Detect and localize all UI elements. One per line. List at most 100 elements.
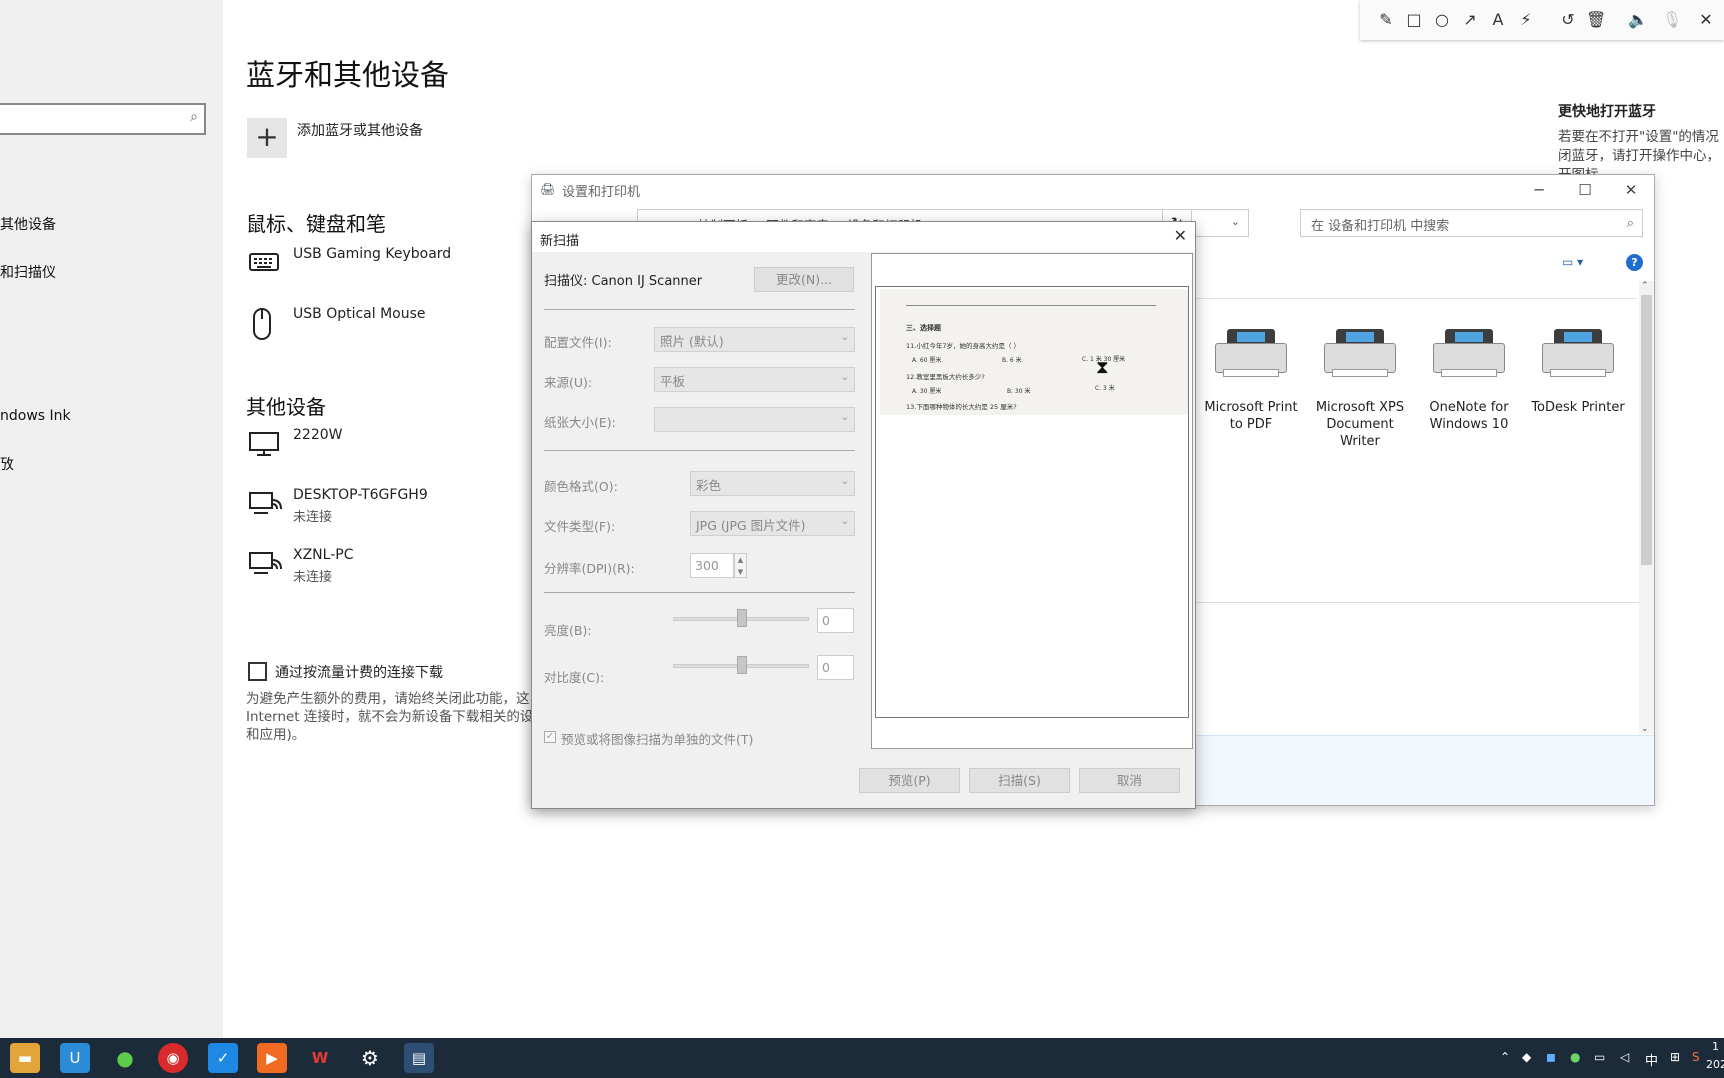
nav-item-windows-ink[interactable]: ndows Ink [0, 408, 71, 424]
device-status: 未连接 [293, 510, 333, 525]
settings-search-input[interactable]: ⌕ [0, 103, 206, 135]
clock-time[interactable]: 1 [1712, 1040, 1719, 1053]
minimize-button[interactable]: ─ [1516, 175, 1562, 205]
netease-music-icon[interactable]: ◉ [158, 1043, 188, 1073]
dpi-spinner[interactable]: ▲ ▼ [734, 553, 747, 578]
text-icon[interactable]: A [1488, 10, 1508, 29]
add-device-button[interactable]: + [247, 118, 287, 158]
change-scanner-button[interactable]: 更改(N)... [754, 267, 854, 292]
arrow-icon[interactable]: ↗ [1460, 10, 1480, 29]
metered-download-label[interactable]: 通过按流量计费的连接下载 [275, 662, 443, 682]
contrast-input[interactable]: 0 [817, 655, 854, 680]
device-name[interactable]: XZNL-PC [293, 547, 353, 563]
scroll-up-icon[interactable]: ⌃ [1641, 281, 1649, 291]
speaker-icon[interactable]: ◁ [1620, 1050, 1629, 1064]
printer-item[interactable]: ToDesk Printer [1528, 329, 1628, 416]
nav-item-autoplay[interactable]: 攷 [0, 454, 14, 474]
dialog-close-button[interactable]: ✕ [1174, 226, 1187, 245]
scan-text: 三、选择题 [906, 324, 941, 332]
separate-files-checkbox[interactable]: ✓ [544, 731, 556, 743]
dialog-titlebar: 新扫描 ✕ [532, 222, 1195, 252]
dpi-label: 分辨率(DPI)(R): [544, 561, 635, 576]
brightness-input[interactable]: 0 [817, 608, 854, 633]
file-explorer-icon[interactable]: ▬ [10, 1043, 40, 1073]
wps-icon[interactable]: W [305, 1043, 335, 1073]
contrast-slider-handle[interactable] [737, 656, 747, 674]
sogou-icon[interactable]: S [1692, 1050, 1700, 1064]
add-device-label[interactable]: 添加蓝牙或其他设备 [297, 120, 423, 140]
help-icon[interactable]: ? [1626, 254, 1643, 271]
dpi-input[interactable]: 300 [690, 553, 734, 578]
close-button[interactable]: ✕ [1608, 175, 1654, 205]
nav-item-other-devices[interactable]: 其他设备 [0, 214, 56, 234]
device-name[interactable]: 2220W [293, 427, 342, 443]
scroll-down-icon[interactable]: ⌄ [1641, 724, 1649, 734]
device-name[interactable]: USB Gaming Keyboard [293, 246, 451, 262]
device-name[interactable]: USB Optical Mouse [293, 306, 426, 322]
view-options-icon[interactable]: ▭ ▾ [1562, 255, 1583, 269]
qq-icon[interactable]: ◆ [1522, 1050, 1531, 1064]
chevron-down-icon: ⌄ [840, 476, 849, 487]
circle-icon[interactable]: ○ [1432, 10, 1452, 29]
file-type-select[interactable]: JPG (JPG 图片文件) ⌄ [690, 511, 855, 536]
magic-wand-icon[interactable]: ⚡ [1516, 10, 1536, 29]
wechat-tray-icon[interactable]: ● [1570, 1050, 1580, 1064]
section-mouse-keyboard: 鼠标、键盘和笔 [246, 212, 386, 236]
delete-icon[interactable]: 🗑 [1586, 10, 1606, 29]
grid-icon[interactable]: ⊞ [1670, 1050, 1680, 1064]
profile-select[interactable]: 照片 (默认) ⌄ [654, 327, 855, 352]
printer-item[interactable]: Microsoft Print to PDF [1201, 329, 1301, 433]
scan-text: B. 6 米 [1002, 357, 1022, 364]
metered-download-checkbox[interactable] [248, 662, 267, 681]
ucloud-icon[interactable]: U [60, 1043, 90, 1073]
window-search-input[interactable]: 在 设备和打印机 中搜索 ⌕ [1300, 209, 1643, 237]
color-format-select[interactable]: 彩色 ⌄ [690, 471, 855, 496]
ime-indicator[interactable]: 中 [1645, 1050, 1658, 1069]
brightness-slider-handle[interactable] [737, 609, 747, 627]
cloud-sync-icon[interactable]: ◼ [1546, 1050, 1556, 1064]
chevron-down-icon[interactable]: ⌄ [1231, 215, 1240, 228]
source-select[interactable]: 平板 ⌄ [654, 367, 855, 392]
maximize-button[interactable]: ☐ [1562, 175, 1608, 205]
printer-icon [1427, 329, 1511, 385]
settings-icon[interactable]: ⚙ [355, 1043, 385, 1073]
printer-name: ToDesk Printer [1531, 400, 1625, 415]
divider [544, 592, 855, 593]
pencil-icon[interactable]: ✎ [1376, 10, 1396, 29]
settings-nav: ⌕ 其他设备 和扫描仪 ndows Ink 攷 [0, 0, 223, 1038]
cancel-button[interactable]: 取消 [1079, 768, 1180, 793]
printer-icon [1209, 329, 1293, 385]
printer-name: Microsoft Print to PDF [1204, 400, 1298, 432]
printer-item[interactable]: OneNote for Windows 10 [1419, 329, 1519, 433]
clock-date[interactable]: 202 [1706, 1058, 1724, 1071]
close-icon[interactable]: ✕ [1696, 10, 1716, 29]
vertical-scrollbar[interactable]: ⌃ ⌄ [1639, 281, 1654, 734]
mouse-icon [248, 306, 282, 340]
mic-icon[interactable]: 🎙 [1662, 10, 1682, 29]
rectangle-icon[interactable]: □ [1404, 10, 1424, 29]
scan-text: A. 60 厘米 [912, 357, 942, 364]
devices-icon[interactable]: ▤ [404, 1043, 434, 1073]
search-placeholder: 在 设备和打印机 中搜索 [1311, 219, 1450, 234]
wechat-icon[interactable]: ● [110, 1043, 140, 1073]
profile-value: 照片 (默认) [660, 334, 724, 349]
separate-files-label: 预览或将图像扫描为单独的文件(T) [561, 732, 754, 747]
nav-item-printers-scanners[interactable]: 和扫描仪 [0, 262, 56, 282]
scan-button[interactable]: 扫描(S) [969, 768, 1070, 793]
network-icon[interactable]: ▭ [1594, 1050, 1605, 1064]
todo-icon[interactable]: ✓ [208, 1043, 238, 1073]
printer-item[interactable]: Microsoft XPS Document Writer [1310, 329, 1410, 450]
paper-size-select[interactable]: ⌄ [654, 407, 855, 432]
chevron-up-icon[interactable]: ⌃ [1500, 1050, 1510, 1064]
scan-text: B. 30 米 [1007, 388, 1031, 395]
undo-icon[interactable]: ↺ [1558, 10, 1578, 29]
network-device-icon [248, 550, 282, 584]
preview-button[interactable]: 预览(P) [859, 768, 960, 793]
source-label: 来源(U): [544, 375, 593, 390]
device-name[interactable]: DESKTOP-T6GFGH9 [293, 487, 428, 503]
chevron-down-icon: ⌄ [840, 516, 849, 527]
network-device-icon [248, 490, 282, 524]
foxit-icon[interactable]: ▶ [257, 1043, 287, 1073]
volume-icon[interactable]: 🔈 [1628, 10, 1648, 29]
scroll-thumb[interactable] [1641, 295, 1652, 565]
